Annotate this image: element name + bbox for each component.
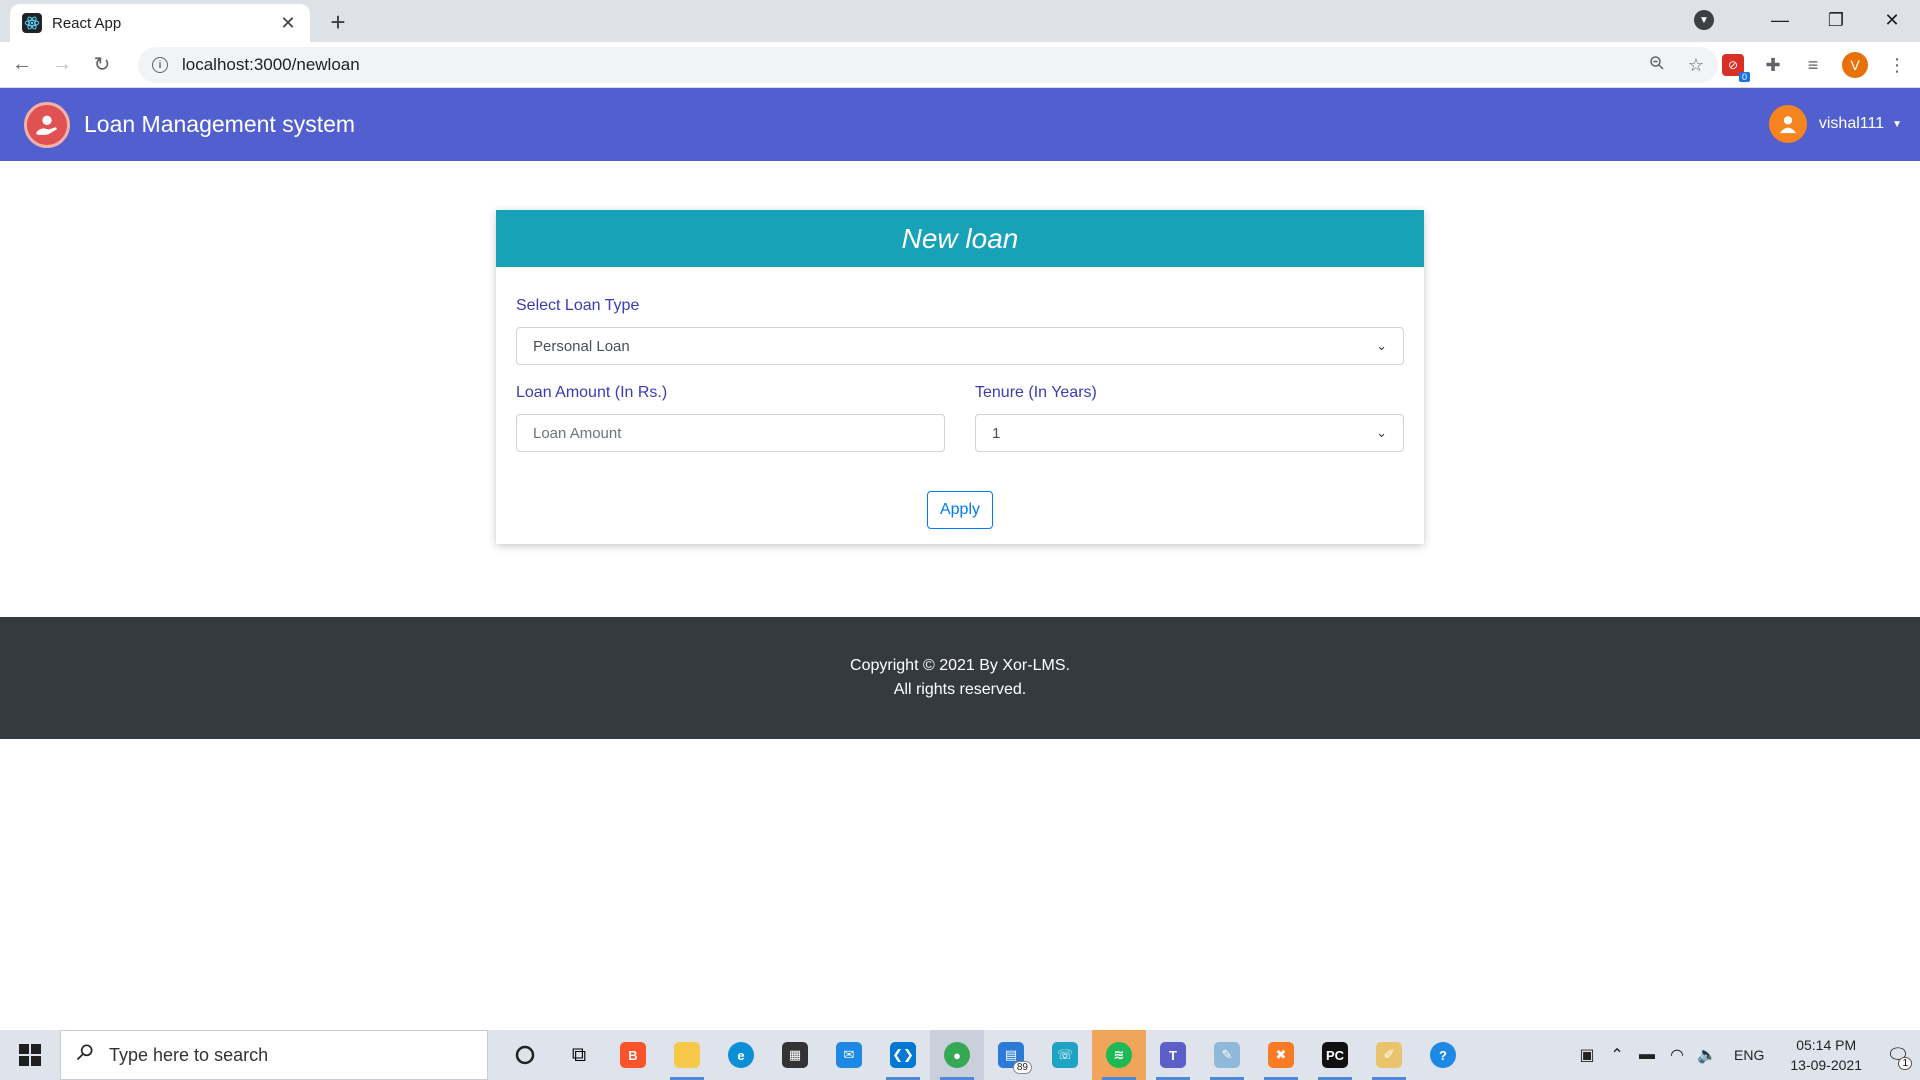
chrome-browser-icon[interactable]: ● [930, 1030, 984, 1080]
new-tab-button[interactable]: + [324, 7, 352, 37]
vscode-icon[interactable]: ❮❯ [876, 1030, 930, 1080]
tab-search-icon[interactable]: ▼ [1694, 10, 1714, 30]
notepad-icon[interactable]: ✎ [1200, 1030, 1254, 1080]
url-text[interactable]: localhost:3000/newloan [182, 55, 1648, 75]
file-explorer-icon[interactable] [660, 1030, 714, 1080]
minimize-icon[interactable]: — [1752, 0, 1808, 40]
username: vishal111 [1818, 115, 1885, 132]
teams-icon[interactable]: T [1146, 1030, 1200, 1080]
extensions-puzzle-icon[interactable]: ✚ [1762, 54, 1784, 76]
rights-text: All rights reserved. [893, 681, 1027, 698]
pycharm-icon[interactable]: PC [1308, 1030, 1362, 1080]
tenure-value: 1 [992, 424, 1001, 442]
site-info-icon[interactable]: i [152, 57, 168, 73]
user-avatar-icon [1768, 105, 1807, 143]
paint-icon[interactable]: ✐ [1362, 1030, 1416, 1080]
caret-down-icon: ▼ [1892, 118, 1902, 130]
restore-icon[interactable]: ❐ [1808, 0, 1864, 40]
chevron-down-icon: ⌄ [1376, 338, 1387, 353]
loan-type-value: Personal Loan [533, 337, 630, 355]
help-icon[interactable]: ? [1416, 1030, 1470, 1080]
tenure-label: Tenure (In Years) [975, 384, 1097, 401]
loan-type-select[interactable]: Personal Loan ⌄ [516, 327, 1404, 365]
language-indicator[interactable]: ENG [1734, 1047, 1764, 1063]
whatsapp-icon[interactable]: ☏ [1038, 1030, 1092, 1080]
news-widget-icon[interactable]: ▣ [1572, 1030, 1602, 1080]
new-loan-card: New loan Select Loan Type Personal Loan … [496, 210, 1424, 544]
reload-icon[interactable]: ↻ [84, 47, 120, 83]
close-window-icon[interactable]: ✕ [1864, 0, 1920, 40]
extension-badge: 0 [1738, 72, 1750, 82]
page-footer: Copyright © 2021 By Xor-LMS. All rights … [0, 617, 1920, 739]
windows-taskbar: Type here to search ⧉ B e ▦ ✉ ❮❯ ● ▤ 89 ☏… [0, 1030, 1920, 1080]
profile-avatar[interactable]: V [1842, 52, 1868, 78]
cortana-icon[interactable] [498, 1030, 552, 1080]
media-control-icon[interactable]: ≡ [1802, 54, 1824, 76]
mail-icon[interactable]: ✉ [822, 1030, 876, 1080]
app-navbar: Loan Management system vishal111 ▼ [0, 88, 1920, 161]
forward-arrow-icon[interactable]: → [44, 47, 80, 83]
clock-date: 13-09-2021 [1790, 1057, 1862, 1073]
card-header: New loan [496, 210, 1424, 267]
bookmark-star-icon[interactable]: ☆ [1688, 55, 1704, 76]
window-controls: ▼ — ❐ ✕ [1694, 0, 1920, 40]
xampp-icon[interactable]: ✖ [1254, 1030, 1308, 1080]
menu-kebab-icon[interactable]: ⋮ [1886, 54, 1908, 76]
back-arrow-icon[interactable]: ← [4, 47, 40, 83]
mail-badge: 89 [1012, 1061, 1032, 1074]
brave-browser-icon[interactable]: B [606, 1030, 660, 1080]
clock[interactable]: 05:14 PM 13-09-2021 [1790, 1035, 1862, 1075]
system-tray: ▣ ⌃ ▬ ◠ 🔈 ENG 05:14 PM 13-09-2021 🗨 1 [1572, 1030, 1920, 1080]
extension-blocker-icon[interactable]: ⊘ 0 [1722, 54, 1750, 82]
tab-close-icon[interactable]: ✕ [278, 13, 298, 34]
edge-browser-icon[interactable]: e [714, 1030, 768, 1080]
extensions-area: ⊘ 0 ✚ ≡ V ⋮ [1722, 48, 1908, 82]
taskbar-apps: ⧉ B e ▦ ✉ ❮❯ ● ▤ 89 ☏ ≋ T ✎ ✖ PC ✐ ? [498, 1030, 1470, 1080]
volume-icon[interactable]: 🔈 [1692, 1030, 1722, 1080]
apply-button[interactable]: Apply [927, 491, 993, 529]
notification-count: 1 [1898, 1057, 1912, 1070]
react-favicon-icon [22, 13, 42, 33]
brand-title[interactable]: Loan Management system [84, 111, 355, 138]
clock-time: 05:14 PM [1796, 1037, 1857, 1053]
battery-icon[interactable]: ▬ [1632, 1030, 1662, 1080]
show-hidden-icons-icon[interactable]: ⌃ [1602, 1030, 1632, 1080]
browser-tab[interactable]: React App ✕ [10, 4, 310, 42]
loan-amount-label: Loan Amount (In Rs.) [516, 384, 668, 401]
task-view-icon[interactable]: ⧉ [552, 1030, 606, 1080]
browser-tab-strip: React App ✕ + ▼ — ❐ ✕ [0, 0, 1920, 42]
chevron-down-icon: ⌄ [1376, 425, 1387, 440]
taskbar-search-box[interactable]: Type here to search [60, 1030, 488, 1080]
browser-toolbar: ← → ↻ i localhost:3000/newloan ☆ ⊘ 0 ✚ ≡ … [0, 42, 1920, 88]
notification-center-icon[interactable]: 🗨 1 [1876, 1030, 1920, 1080]
windows-start-icon[interactable] [0, 1030, 60, 1080]
card-title: New loan [901, 222, 1019, 254]
search-icon [75, 1042, 95, 1068]
copyright-text: Copyright © 2021 By Xor-LMS. [850, 657, 1070, 674]
address-bar[interactable]: i localhost:3000/newloan ☆ [138, 47, 1718, 83]
spotify-icon[interactable]: ≋ [1092, 1030, 1146, 1080]
loan-amount-input[interactable] [516, 414, 945, 452]
microsoft-store-icon[interactable]: ▦ [768, 1030, 822, 1080]
loan-logo-icon[interactable] [24, 101, 70, 148]
outlook-mail-icon[interactable]: ▤ 89 [984, 1030, 1038, 1080]
tab-title: React App [52, 14, 122, 32]
search-placeholder: Type here to search [109, 1044, 269, 1065]
loan-type-label: Select Loan Type [516, 297, 640, 314]
zoom-icon[interactable] [1648, 54, 1666, 77]
user-menu-dropdown[interactable]: vishal111 ▼ [1768, 105, 1902, 143]
wifi-icon[interactable]: ◠ [1662, 1030, 1692, 1080]
tenure-select[interactable]: 1 ⌄ [975, 414, 1404, 452]
